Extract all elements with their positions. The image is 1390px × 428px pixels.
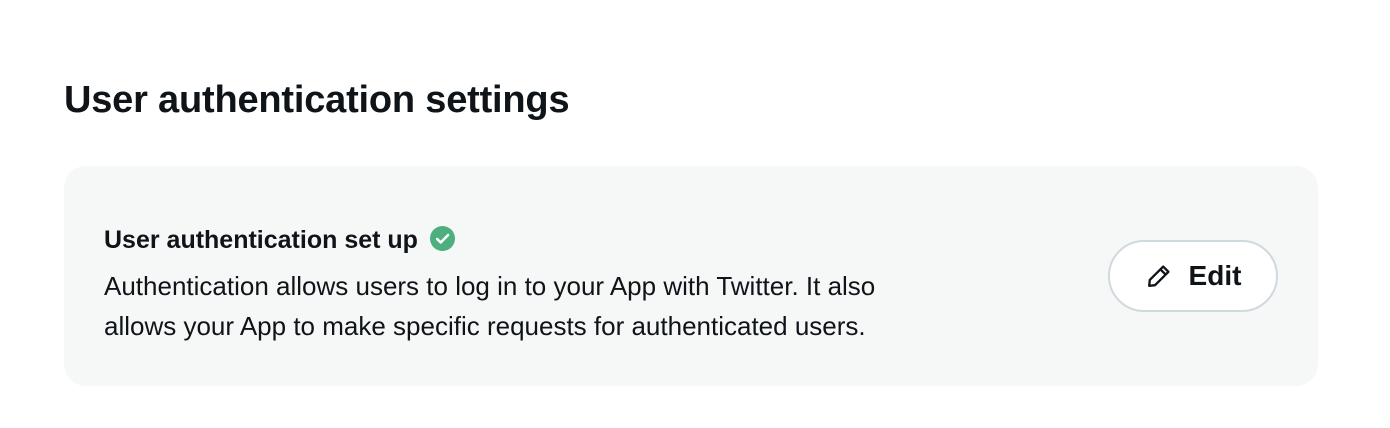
edit-button[interactable]: Edit <box>1108 240 1278 312</box>
edit-button-label: Edit <box>1188 260 1242 291</box>
card-description-line2: allows your App to make specific request… <box>104 311 866 341</box>
card-text: User authentication set up Authenticatio… <box>104 222 1064 346</box>
section-title: User authentication settings <box>64 79 570 121</box>
user-auth-card: User authentication set up Authenticatio… <box>64 166 1318 386</box>
card-description-line1: Authentication allows users to log in to… <box>104 271 876 301</box>
page: User authentication settings User authen… <box>0 0 1390 428</box>
card-heading-label: User authentication set up <box>104 226 418 254</box>
card-heading: User authentication set up <box>104 222 1064 258</box>
card-description: Authentication allows users to log in to… <box>104 266 1064 346</box>
check-circle-icon <box>429 225 455 251</box>
pencil-icon <box>1145 262 1173 290</box>
